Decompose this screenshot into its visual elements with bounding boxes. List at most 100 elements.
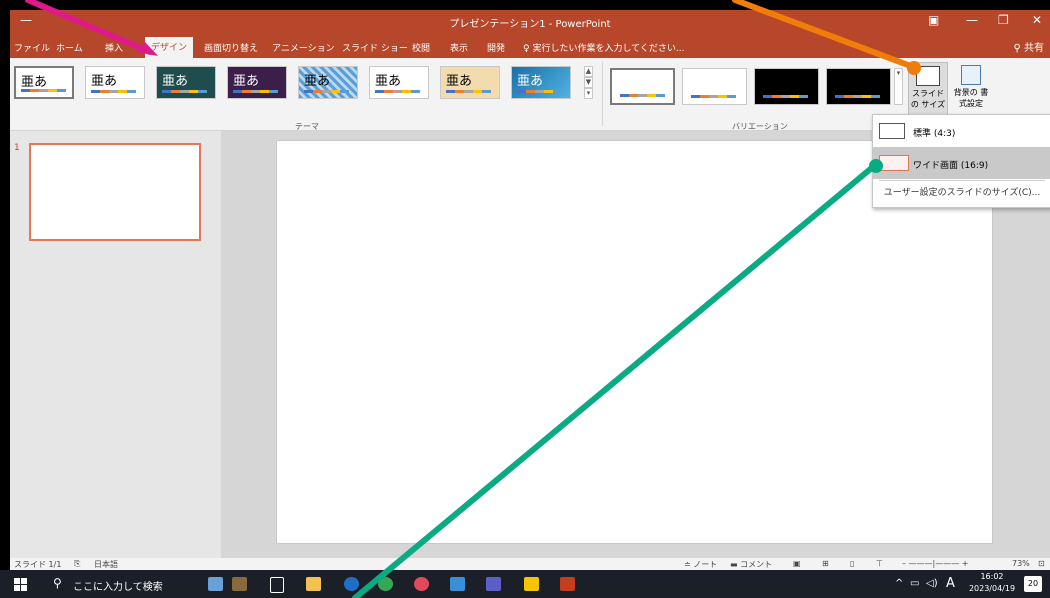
theme-color-bars <box>233 90 278 93</box>
group-separator <box>602 62 603 126</box>
theme-preview-text: 亜あ <box>304 74 331 89</box>
reading-view-icon[interactable]: ▯ <box>850 559 854 568</box>
search-icon: ⚲ <box>53 576 62 590</box>
tab-view[interactable]: 表示 <box>450 41 468 54</box>
comments-button[interactable]: ▬ コメント <box>730 559 772 570</box>
notification-center-icon[interactable]: 20 <box>1024 576 1042 592</box>
clock-date[interactable]: 2023/04/19 <box>964 584 1020 593</box>
sticky-notes-icon[interactable] <box>524 577 539 591</box>
tab-animations[interactable]: アニメーション <box>272 41 335 54</box>
format-background-label: 背景の 書式設定 <box>953 88 989 108</box>
powerpoint-icon[interactable] <box>560 577 575 591</box>
theme-8[interactable]: 亜あ <box>511 66 571 99</box>
normal-view-icon[interactable]: ▣ <box>793 559 801 568</box>
volume-icon[interactable]: ◁) <box>926 578 938 589</box>
slide-sorter-icon[interactable]: ⊞ <box>822 559 829 568</box>
theme-color-bars <box>446 90 491 93</box>
app-icon-2[interactable] <box>450 577 465 591</box>
chrome-icon[interactable] <box>378 577 393 591</box>
tab-design[interactable]: デザイン <box>145 37 194 59</box>
theme-5[interactable]: 亜あ <box>298 66 358 99</box>
theme-6[interactable]: 亜あ <box>369 66 429 99</box>
widescreen-size-label: ワイド画面 (16:9) <box>913 161 989 171</box>
ime-indicator[interactable]: A <box>946 576 955 591</box>
person-icon: ⚲ <box>1013 43 1024 54</box>
task-view-icon[interactable] <box>208 577 223 591</box>
clock-time[interactable]: 16:02 <box>972 572 1012 581</box>
tab-review[interactable]: 校閲 <box>412 41 430 54</box>
search-placeholder: ここに入力して検索 <box>73 582 163 593</box>
tab-transitions[interactable]: 画面切り替え <box>204 41 258 54</box>
variant-4[interactable] <box>826 68 891 105</box>
format-background-icon <box>961 65 981 85</box>
slide-thumbnail[interactable] <box>29 143 201 241</box>
variant-color-bars <box>835 95 880 98</box>
theme-7[interactable]: 亜あ <box>440 66 500 99</box>
share-label: 共有 <box>1024 43 1044 54</box>
file-explorer-icon[interactable] <box>306 577 321 591</box>
comments-label: コメント <box>740 560 773 569</box>
slide-size-icon <box>916 66 940 86</box>
tab-file[interactable]: ファイル <box>14 41 50 54</box>
taskbar-search-box[interactable]: ⚲ ここに入力して検索 <box>45 570 192 598</box>
theme-2[interactable]: 亜あ <box>85 66 145 99</box>
variant-2[interactable] <box>682 68 747 105</box>
variants-more-icon[interactable]: ▾ <box>894 68 903 105</box>
theme-office[interactable]: 亜あ <box>14 66 74 99</box>
slide-size-button[interactable]: スライドの サイズ <box>908 62 948 117</box>
tab-home[interactable]: ホーム <box>56 41 83 54</box>
tab-insert[interactable]: 挿入 <box>105 41 123 54</box>
themes-scroll-up-icon[interactable]: ▲ <box>584 66 593 77</box>
variant-1[interactable] <box>610 68 675 105</box>
theme-preview-text: 亜あ <box>91 74 118 89</box>
notes-button[interactable]: ≐ ノート <box>684 559 717 570</box>
dropdown-divider <box>879 180 1045 181</box>
slide-size-label: スライドの サイズ <box>910 89 946 109</box>
standard-size-label: 標準 (4:3) <box>913 129 956 139</box>
minimize-icon[interactable]: — <box>966 13 978 27</box>
ribbon-display-options-icon[interactable]: ▣ <box>928 13 939 27</box>
restore-icon[interactable]: ❐ <box>998 13 1009 27</box>
widescreen-size-option[interactable]: ワイド画面 (16:9) <box>873 147 1050 179</box>
share-button[interactable]: ⚲ 共有 <box>1013 39 1044 54</box>
theme-preview-text: 亜あ <box>446 74 473 89</box>
close-icon[interactable]: ✕ <box>1032 13 1042 27</box>
network-icon[interactable]: ▭ <box>910 578 919 589</box>
tab-developer[interactable]: 開発 <box>487 41 505 54</box>
themes-more-icon[interactable]: ▾ <box>584 88 593 99</box>
edge-icon[interactable] <box>344 577 359 591</box>
tray-chevron-icon[interactable]: ^ <box>895 578 903 589</box>
theme-color-bars <box>517 90 562 93</box>
custom-slide-size-option[interactable]: ユーザー設定のスライドのサイズ(C)... <box>873 185 1050 198</box>
status-bar: スライド 1/1 ⎘ 日本語 ≐ ノート ▬ コメント ▣ ⊞ ▯ ⊤ – ——… <box>10 558 1050 570</box>
standard-slide-icon <box>879 123 905 139</box>
notification-count: 20 <box>1027 579 1039 588</box>
spellcheck-icon[interactable]: ⎘ <box>74 559 80 569</box>
theme-color-bars <box>21 89 66 92</box>
theme-4[interactable]: 亜あ <box>227 66 287 99</box>
fit-to-window-icon[interactable]: ⊡ <box>1038 559 1045 568</box>
slideshow-icon[interactable]: ⊤ <box>876 559 883 568</box>
zoom-slider[interactable]: – ———|——— + <box>902 559 968 568</box>
ribbon-tabs: ファイル ホーム 挿入 デザイン 画面切り替え アニメーション スライド ショー… <box>10 34 1050 59</box>
tab-slideshow[interactable]: スライド ショー <box>342 41 408 54</box>
slide-thumbnail-pane: 1 <box>10 131 221 558</box>
thumbnail-number: 1 <box>14 143 20 153</box>
briefcase-icon[interactable] <box>232 577 247 591</box>
slide-counter: スライド 1/1 <box>14 560 62 569</box>
zoom-level[interactable]: 73% <box>1012 559 1030 568</box>
theme-3[interactable]: 亜あ <box>156 66 216 99</box>
tell-me-box[interactable]: ♀ 実行したい作業を入力してください... <box>523 41 685 54</box>
themes-scroll-down-icon[interactable]: ▼ <box>584 77 593 88</box>
windows-start-icon[interactable] <box>14 578 27 591</box>
theme-color-bars <box>304 90 349 93</box>
language-indicator[interactable]: 日本語 <box>94 559 118 570</box>
multitask-icon[interactable] <box>270 577 284 593</box>
format-background-button[interactable]: 背景の 書式設定 <box>950 62 992 117</box>
teams-icon[interactable] <box>486 577 501 591</box>
app-icon[interactable] <box>414 577 429 591</box>
standard-size-option[interactable]: 標準 (4:3) <box>873 115 1050 147</box>
theme-color-bars <box>162 90 207 93</box>
theme-preview-text: 亜あ <box>21 75 48 90</box>
variant-3[interactable] <box>754 68 819 105</box>
